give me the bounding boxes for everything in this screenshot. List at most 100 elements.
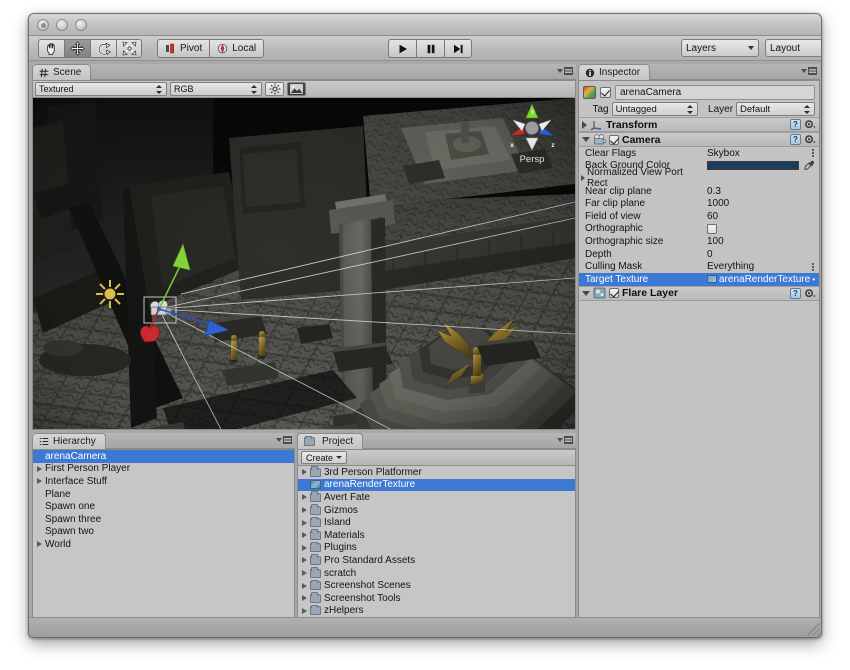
scene-panel-menu[interactable]: [557, 67, 573, 75]
expand-arrow-icon[interactable]: [302, 557, 307, 563]
scale-tool-button[interactable]: [116, 39, 142, 58]
layers-dropdown[interactable]: Layers: [681, 39, 759, 57]
property-value[interactable]: Everything: [707, 261, 819, 272]
tab-scene[interactable]: Scene: [32, 64, 91, 80]
property-row[interactable]: Target TexturearenaRenderTexture•: [579, 273, 819, 286]
eyedropper-icon[interactable]: [804, 160, 815, 171]
help-icon[interactable]: ?: [790, 119, 801, 130]
property-row[interactable]: Culling MaskEverything: [579, 260, 819, 273]
hierarchy-item[interactable]: World: [33, 538, 294, 551]
property-value[interactable]: Skybox: [707, 148, 819, 159]
layout-dropdown[interactable]: Layout: [765, 39, 822, 57]
project-item[interactable]: arenaRenderTexture: [298, 479, 575, 492]
local-toggle-button[interactable]: Local: [209, 39, 264, 58]
property-text-value[interactable]: 60: [707, 211, 718, 222]
expand-arrow-icon[interactable]: [302, 532, 307, 538]
property-row[interactable]: Far clip plane1000: [579, 197, 819, 210]
component-header[interactable]: Flare Layer?: [579, 286, 819, 301]
property-row[interactable]: Depth0: [579, 248, 819, 261]
help-icon[interactable]: ?: [790, 288, 801, 299]
hierarchy-panel-menu[interactable]: [276, 436, 292, 444]
zoom-button[interactable]: [75, 19, 87, 31]
updown-icon[interactable]: [811, 148, 815, 159]
render-mode-dropdown[interactable]: RGB: [170, 82, 262, 96]
project-item[interactable]: scratch: [298, 567, 575, 580]
object-field[interactable]: arenaRenderTexture: [707, 274, 812, 285]
project-item[interactable]: Island: [298, 516, 575, 529]
expand-arrow-icon[interactable]: [302, 507, 307, 513]
expand-arrow-icon[interactable]: [302, 570, 307, 576]
expand-arrow-icon[interactable]: [302, 583, 307, 589]
gameobject-active-checkbox[interactable]: [600, 87, 611, 98]
step-button[interactable]: [444, 39, 472, 58]
property-row[interactable]: Orthographic: [579, 223, 819, 236]
property-value[interactable]: 60: [707, 211, 819, 222]
project-item[interactable]: Plugins: [298, 542, 575, 555]
project-item[interactable]: Screenshot Scenes: [298, 579, 575, 592]
pivot-toggle-button[interactable]: Pivot: [157, 39, 209, 58]
property-text-value[interactable]: 100: [707, 236, 724, 247]
project-item[interactable]: Materials: [298, 529, 575, 542]
property-row[interactable]: Near clip plane0.3: [579, 185, 819, 198]
property-value[interactable]: [707, 160, 819, 171]
hierarchy-item[interactable]: Spawn one: [33, 500, 294, 513]
draw-mode-dropdown[interactable]: Textured: [35, 82, 167, 96]
gameobject-name-input[interactable]: arenaCamera: [615, 85, 815, 100]
gear-icon[interactable]: [804, 134, 816, 145]
property-value[interactable]: 0: [707, 249, 819, 260]
object-picker-icon[interactable]: •: [812, 275, 815, 284]
chevron-down-icon[interactable]: [582, 137, 590, 142]
property-value[interactable]: 100: [707, 236, 819, 247]
property-row[interactable]: Normalized View Port Rect: [579, 172, 819, 185]
resize-grip[interactable]: [807, 623, 820, 636]
project-item[interactable]: Gizmos: [298, 504, 575, 517]
inspector-panel-menu[interactable]: [801, 67, 817, 75]
tab-inspector[interactable]: Inspector: [578, 64, 650, 80]
hierarchy-item[interactable]: First Person Player: [33, 463, 294, 476]
component-header[interactable]: Transform?: [579, 117, 819, 132]
property-row[interactable]: Orthographic size100: [579, 235, 819, 248]
gear-icon[interactable]: [804, 288, 816, 299]
property-row[interactable]: Field of view60: [579, 210, 819, 223]
play-button[interactable]: [388, 39, 416, 58]
project-item[interactable]: zHelpers: [298, 605, 575, 618]
component-enabled-checkbox[interactable]: [609, 288, 619, 298]
expand-arrow-icon[interactable]: [302, 520, 307, 526]
project-item[interactable]: Screenshot Tools: [298, 592, 575, 605]
project-list[interactable]: 3rd Person PlatformerarenaRenderTextureA…: [298, 466, 575, 632]
hand-tool-button[interactable]: [38, 39, 64, 58]
scene-lighting-toggle[interactable]: [265, 82, 284, 96]
expand-arrow-icon[interactable]: [302, 494, 307, 500]
create-button[interactable]: Create: [301, 451, 347, 464]
tab-project[interactable]: Project: [297, 433, 363, 449]
component-enabled-checkbox[interactable]: [609, 135, 619, 145]
minimize-button[interactable]: [56, 19, 68, 31]
chevron-right-icon[interactable]: [581, 175, 585, 181]
property-value[interactable]: 1000: [707, 198, 819, 209]
chevron-right-icon[interactable]: [582, 121, 587, 129]
expand-arrow-icon[interactable]: [37, 541, 42, 547]
property-value[interactable]: [707, 224, 819, 234]
move-tool-button[interactable]: [64, 39, 90, 58]
hierarchy-item[interactable]: Interface Stuff: [33, 475, 294, 488]
hierarchy-item[interactable]: Spawn three: [33, 513, 294, 526]
expand-arrow-icon[interactable]: [302, 595, 307, 601]
property-value[interactable]: arenaRenderTexture•: [707, 274, 819, 285]
project-panel-menu[interactable]: [557, 436, 573, 444]
tab-hierarchy[interactable]: Hierarchy: [32, 433, 106, 449]
project-item[interactable]: Pro Standard Assets: [298, 554, 575, 567]
expand-arrow-icon[interactable]: [302, 545, 307, 551]
hierarchy-item[interactable]: Plane: [33, 488, 294, 501]
hierarchy-item[interactable]: Spawn two: [33, 526, 294, 539]
property-text-value[interactable]: 0: [707, 249, 713, 260]
scene-viewport[interactable]: y x z Persp: [33, 98, 575, 429]
scene-orientation-gizmo[interactable]: y x z Persp: [493, 100, 571, 166]
color-swatch[interactable]: [707, 161, 799, 170]
help-icon[interactable]: ?: [790, 134, 801, 145]
expand-arrow-icon[interactable]: [302, 608, 307, 614]
expand-arrow-icon[interactable]: [37, 466, 42, 472]
property-text-value[interactable]: 0.3: [707, 186, 721, 197]
gear-icon[interactable]: [804, 119, 816, 130]
pause-button[interactable]: [416, 39, 444, 58]
property-text-value[interactable]: 1000: [707, 198, 729, 209]
